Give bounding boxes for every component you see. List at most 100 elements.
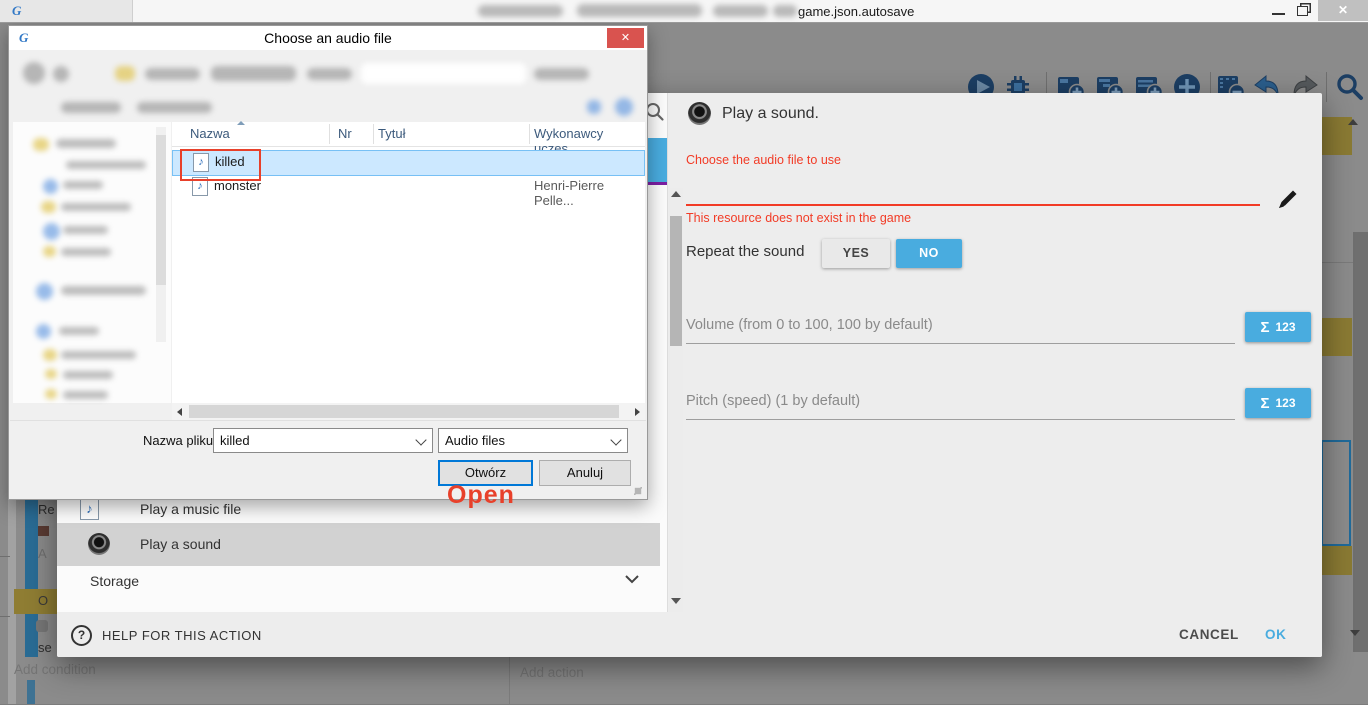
- scrollbar-thumb[interactable]: [189, 405, 619, 418]
- search-icon[interactable]: [1334, 72, 1364, 102]
- instruction-search-icon[interactable]: [645, 102, 665, 122]
- folder-tree-pane: [13, 122, 171, 403]
- blurred-tree-label: [63, 226, 108, 234]
- toolbar-separator: [1326, 72, 1327, 102]
- column-separator[interactable]: [373, 124, 374, 144]
- resize-grip[interactable]: [636, 489, 641, 494]
- scroll-left-icon[interactable]: [177, 408, 182, 416]
- scroll-right-icon[interactable]: [635, 408, 640, 416]
- instruction-label: Play a sound: [140, 536, 221, 552]
- column-header-nr[interactable]: Nr: [338, 126, 352, 141]
- column-separator[interactable]: [529, 124, 530, 144]
- blurred-organize-button: [61, 102, 121, 113]
- tree-scrollbar[interactable]: [156, 127, 166, 342]
- blurred-text: [534, 68, 589, 80]
- column-separator[interactable]: [329, 124, 330, 144]
- footer-divider: [10, 420, 646, 421]
- blurred-title-text: [577, 4, 702, 17]
- blurred-tree-label: [61, 351, 136, 359]
- event-sheet-scrollbar[interactable]: [1353, 232, 1368, 652]
- instruction-list-scrollbar[interactable]: [669, 188, 683, 613]
- blurred-title-text: [773, 5, 797, 17]
- pitch-expression-button[interactable]: Σ 123: [1245, 388, 1311, 418]
- file-list-hscrollbar[interactable]: [172, 403, 645, 420]
- audio-file-input[interactable]: [686, 204, 1260, 206]
- scroll-down-icon[interactable]: [1350, 630, 1360, 636]
- music-note-icon: ♪: [80, 498, 99, 520]
- blurred-tree-label: [63, 371, 113, 379]
- cancel-button-file-dialog[interactable]: Anuluj: [539, 460, 631, 486]
- scrollbar-thumb[interactable]: [670, 216, 682, 346]
- blurred-tree-icon: [36, 324, 51, 339]
- ok-button[interactable]: OK: [1265, 627, 1286, 642]
- pitch-input[interactable]: [686, 419, 1235, 420]
- blurred-title-text: [478, 5, 563, 17]
- blurred-breadcrumb: [211, 66, 296, 81]
- blurred-tree-icon: [36, 283, 53, 300]
- speaker-icon: [88, 533, 110, 555]
- dimmed-variable-row: [1320, 318, 1352, 356]
- dimmed-text-fragment: Re: [38, 502, 55, 517]
- scroll-up-icon[interactable]: [671, 191, 681, 197]
- instruction-item-play-sound[interactable]: Play a sound: [57, 523, 660, 566]
- filename-combobox[interactable]: killed: [213, 428, 433, 453]
- dialog-footer: ? HELP FOR THIS ACTION CANCEL OK: [57, 612, 1322, 657]
- condition-action-divider: [509, 656, 510, 705]
- blurred-tree-label: [63, 391, 108, 399]
- column-header-title[interactable]: Tytuł: [378, 126, 405, 141]
- chevron-down-icon: [610, 434, 621, 445]
- instruction-group-storage[interactable]: Storage: [57, 566, 660, 597]
- file-chooser-dialog: G Choose an audio file ✕: [8, 25, 648, 500]
- restore-icon[interactable]: [1297, 6, 1308, 16]
- sigma-icon: Σ: [1260, 395, 1269, 412]
- audio-param-label: Choose the audio file to use: [686, 153, 841, 167]
- group-label: Storage: [90, 573, 139, 589]
- dimmed-variable-row: [1320, 546, 1352, 575]
- minimize-icon[interactable]: [1272, 13, 1285, 15]
- annotation-open-label: Open: [447, 481, 515, 510]
- blurred-help-button: [615, 98, 633, 116]
- blurred-breadcrumb: [145, 68, 200, 80]
- blurred-tree-label: [63, 181, 103, 189]
- pitch-label: Pitch (speed) (1 by default): [686, 393, 860, 409]
- filename-label: Nazwa pliku:: [143, 433, 217, 448]
- window-close-icon[interactable]: ✕: [1318, 0, 1368, 21]
- app-logo-icon: G: [12, 3, 21, 19]
- file-list-header: Nazwa Nr Tytuł Wykonawcy uczes...: [172, 122, 645, 147]
- dimmed-selected-event: [1321, 440, 1351, 546]
- blurred-folder-icon: [43, 349, 57, 361]
- volume-expression-button[interactable]: Σ 123: [1245, 312, 1311, 342]
- add-condition-placeholder: Add condition: [14, 662, 96, 677]
- scroll-down-icon[interactable]: [671, 598, 681, 604]
- dimmed-condition-icon: [36, 620, 48, 632]
- blurred-folder-icon: [43, 246, 56, 257]
- dimmed-object-row: O: [14, 589, 57, 614]
- blurred-folder-icon: [45, 369, 57, 379]
- blurred-newfolder-button: [137, 102, 212, 113]
- repeat-yes-button[interactable]: YES: [822, 239, 890, 268]
- instruction-label: Play a music file: [140, 501, 241, 517]
- help-link[interactable]: ? HELP FOR THIS ACTION: [71, 625, 262, 646]
- file-dialog-title: Choose an audio file: [9, 30, 647, 46]
- blurred-tree-icon: [43, 223, 60, 240]
- repeat-no-button[interactable]: NO: [896, 239, 962, 268]
- dimmed-flag-icon: [38, 526, 49, 536]
- edit-brush-icon[interactable]: [1276, 187, 1300, 211]
- annotation-highlight-box: [180, 149, 261, 181]
- blurred-tree-label: [66, 161, 146, 169]
- window-tab: G: [0, 0, 133, 22]
- scroll-up-icon[interactable]: [1348, 119, 1358, 125]
- close-icon[interactable]: ✕: [607, 28, 644, 48]
- expression-123-label: 123: [1275, 320, 1295, 334]
- help-link-label: HELP FOR THIS ACTION: [102, 628, 262, 643]
- column-header-name[interactable]: Nazwa: [190, 126, 230, 141]
- filetype-combobox[interactable]: Audio files: [438, 428, 628, 453]
- dimmed-row-divider: [0, 556, 10, 557]
- blurred-tree-label: [61, 248, 111, 256]
- dimmed-text-fragment: O: [38, 593, 48, 608]
- cancel-button[interactable]: CANCEL: [1179, 627, 1239, 642]
- chevron-down-icon: [625, 575, 639, 584]
- scrollbar-thumb[interactable]: [156, 135, 166, 285]
- volume-input[interactable]: [686, 343, 1235, 344]
- speaker-icon: [688, 102, 711, 125]
